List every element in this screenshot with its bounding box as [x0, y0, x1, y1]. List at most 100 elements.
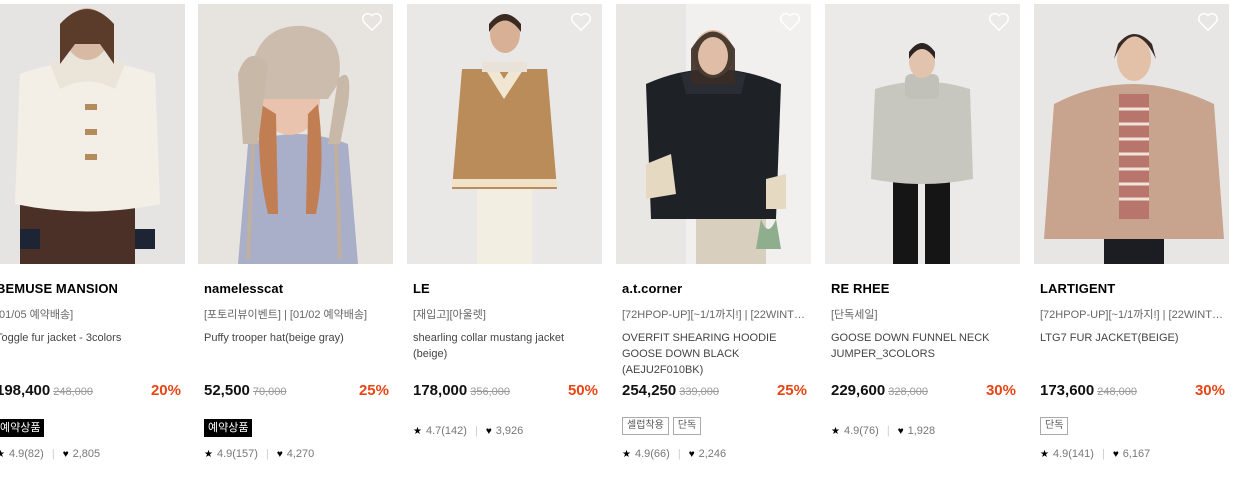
price-row: 254,250 339,000 25% — [622, 382, 807, 399]
product-tag: [포토리뷰이벤트] | [01/02 예약배송] — [204, 309, 368, 321]
like-count: 2,805 — [72, 448, 101, 460]
wishlist-heart-icon[interactable] — [570, 12, 592, 32]
product-image[interactable] — [616, 4, 811, 264]
product-stats: ★ 4.7(142) | ♥ 3,926 — [413, 425, 523, 437]
heart-icon: ♥ — [485, 425, 492, 437]
sale-price: 254,250 — [622, 382, 677, 399]
star-icon: ★ — [622, 448, 631, 460]
product-tag: [72HPOP-UP][~1/1까지!] | [22WINTER] — [622, 309, 807, 321]
rating: 4.9(157) — [216, 448, 258, 460]
product-name[interactable]: LTG7 FUR JACKET(BEIGE) — [1040, 330, 1227, 346]
product-image[interactable] — [825, 4, 1020, 264]
product-image[interactable] — [198, 4, 393, 264]
divider: | — [886, 425, 890, 437]
exclusive-badge: 단독 — [672, 417, 702, 435]
like-count: 2,246 — [698, 448, 727, 460]
heart-icon: ♥ — [62, 448, 69, 460]
rating: 4.7(142) — [425, 425, 467, 437]
original-price: 328,000 — [888, 386, 928, 398]
celeb-badge: 셀럽착용 — [622, 417, 669, 435]
sale-price: 178,000 — [413, 382, 468, 399]
product-card[interactable]: namelesscat [포토리뷰이벤트] | [01/02 예약배송] Puf… — [198, 4, 393, 460]
product-image[interactable] — [0, 4, 185, 264]
discount-rate: 20% — [150, 382, 181, 399]
product-card[interactable]: RE RHEE [단독세일] GOOSE DOWN FUNNEL NECK JU… — [825, 4, 1020, 437]
product-card[interactable]: LE [재입고][아울렛] shearling collar mustang j… — [407, 4, 602, 437]
original-price: 339,000 — [679, 386, 719, 398]
divider: | — [51, 448, 55, 460]
product-name[interactable]: Toggle fur jacket - 3colors — [0, 330, 183, 346]
product-brand[interactable]: a.t.corner — [622, 281, 682, 296]
rating: 4.9(82) — [8, 448, 44, 460]
like-count: 1,928 — [907, 425, 936, 437]
discount-rate: 50% — [567, 382, 598, 399]
original-price: 70,000 — [252, 386, 287, 398]
original-price: 248,000 — [1097, 386, 1137, 398]
discount-rate: 30% — [985, 382, 1016, 399]
like-count: 3,926 — [495, 425, 524, 437]
star-icon: ★ — [831, 425, 840, 437]
discount-rate: 25% — [358, 382, 389, 399]
discount-rate: 25% — [776, 382, 807, 399]
original-price: 248,000 — [53, 386, 93, 398]
product-card[interactable]: BEMUSE MANSION [01/05 예약배송] Toggle fur j… — [0, 4, 185, 460]
like-count: 4,270 — [286, 448, 315, 460]
wishlist-heart-icon[interactable] — [1197, 12, 1219, 32]
price-row: 52,500 70,000 25% — [204, 382, 389, 399]
product-badges: 단독 — [1040, 415, 1072, 435]
product-name[interactable]: Puffy trooper hat(beige gray) — [204, 330, 391, 346]
price-row: 198,400 248,000 20% — [0, 382, 181, 399]
product-card[interactable]: LARTIGENT [72HPOP-UP][~1/1까지!] | [22WINT… — [1034, 4, 1229, 460]
product-tag: [01/05 예약배송] — [0, 309, 74, 321]
product-photo — [1034, 4, 1229, 264]
product-photo — [0, 4, 185, 264]
discount-rate: 30% — [1194, 382, 1225, 399]
heart-icon: ♥ — [1112, 448, 1119, 460]
preorder-badge: 예약상품 — [204, 419, 253, 437]
product-stats: ★ 4.9(76) | ♥ 1,928 — [831, 425, 935, 437]
product-image[interactable] — [407, 4, 602, 264]
star-icon: ★ — [0, 448, 5, 460]
original-price: 356,000 — [470, 386, 510, 398]
product-brand[interactable]: namelesscat — [204, 281, 283, 296]
product-brand[interactable]: BEMUSE MANSION — [0, 281, 118, 296]
like-count: 6,167 — [1122, 448, 1151, 460]
exclusive-badge: 단독 — [1040, 417, 1069, 435]
product-photo — [616, 4, 811, 264]
preorder-badge: 예약상품 — [0, 419, 45, 437]
price-row: 178,000 356,000 50% — [413, 382, 598, 399]
product-brand[interactable]: RE RHEE — [831, 281, 890, 296]
product-brand[interactable]: LARTIGENT — [1040, 281, 1115, 296]
product-image[interactable] — [1034, 4, 1229, 264]
product-photo — [825, 4, 1020, 264]
wishlist-heart-icon[interactable] — [361, 12, 383, 32]
heart-icon: ♥ — [276, 448, 283, 460]
wishlist-heart-icon[interactable] — [988, 12, 1010, 32]
star-icon: ★ — [413, 425, 422, 437]
sale-price: 173,600 — [1040, 382, 1095, 399]
product-tag: [재입고][아울렛] — [413, 309, 486, 321]
wishlist-heart-icon[interactable] — [779, 12, 801, 32]
sale-price: 52,500 — [204, 382, 250, 399]
product-card[interactable]: a.t.corner [72HPOP-UP][~1/1까지!] | [22WIN… — [616, 4, 811, 460]
product-photo — [198, 4, 393, 264]
product-name[interactable]: OVERFIT SHEARING HOODIE GOOSE DOWN BLACK… — [622, 330, 809, 378]
heart-icon: ♥ — [688, 448, 695, 460]
star-icon: ★ — [1040, 448, 1049, 460]
sale-price: 198,400 — [0, 382, 51, 399]
price-row: 229,600 328,000 30% — [831, 382, 1016, 399]
product-tag: [72HPOP-UP][~1/1까지!] | [22WINTER] — [1040, 309, 1225, 321]
product-photo — [407, 4, 602, 264]
product-badges: 셀럽착용 단독 — [622, 415, 705, 435]
divider: | — [474, 425, 478, 437]
divider: | — [677, 448, 681, 460]
sale-price: 229,600 — [831, 382, 886, 399]
product-stats: ★ 4.9(82) | ♥ 2,805 — [0, 448, 100, 460]
product-brand[interactable]: LE — [413, 281, 430, 296]
product-name[interactable]: shearling collar mustang jacket (beige) — [413, 330, 600, 362]
product-name[interactable]: GOOSE DOWN FUNNEL NECK JUMPER_3COLORS — [831, 330, 1018, 362]
rating: 4.9(76) — [843, 425, 879, 437]
product-stats: ★ 4.9(66) | ♥ 2,246 — [622, 448, 726, 460]
divider: | — [1101, 448, 1105, 460]
product-stats: ★ 4.9(141) | ♥ 6,167 — [1040, 448, 1150, 460]
